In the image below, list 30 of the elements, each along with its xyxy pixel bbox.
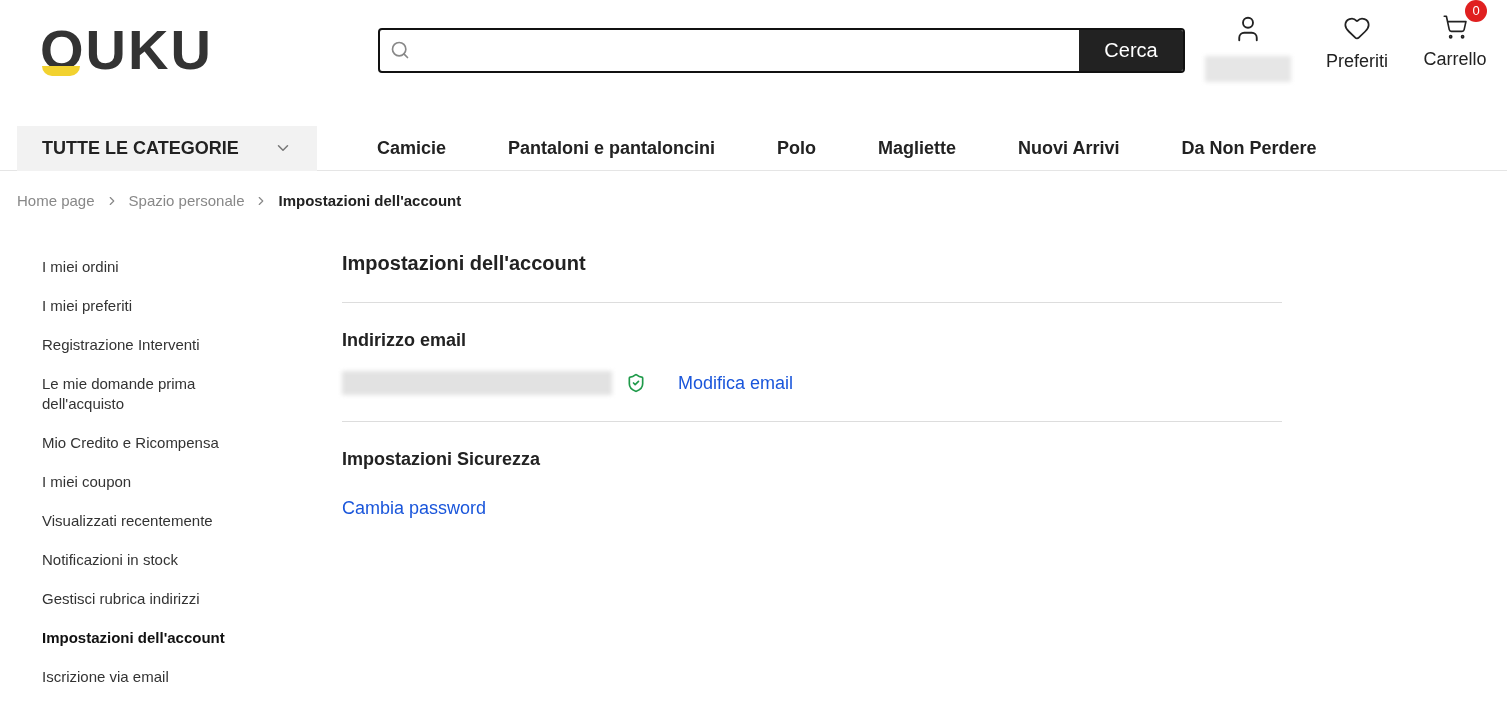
sidebar-link[interactable]: I miei ordini <box>42 256 252 277</box>
sidebar-link[interactable]: Gestisci rubrica indirizzi <box>42 588 252 609</box>
sidebar-link[interactable]: Registrazione Interventi <box>42 334 252 355</box>
sidebar-link[interactable]: Le mie domande prima dell'acquisto <box>42 373 252 414</box>
breadcrumb-link[interactable]: Impostazioni dell'account <box>278 190 462 213</box>
page-title: Impostazioni dell'account <box>342 247 1282 303</box>
sidebar-link[interactable]: Mio Credito e Ricompensa <box>42 432 252 453</box>
nav-link[interactable]: Nuovi Arrivi <box>1018 134 1120 162</box>
nav-link[interactable]: Da Non Perdere <box>1181 134 1317 162</box>
nav-link[interactable]: Polo <box>777 134 817 162</box>
sidebar-link[interactable]: Impostazioni dell'account <box>42 627 252 648</box>
section-heading: Impostazioni Sicurezza <box>342 447 542 471</box>
change-email-link[interactable]: Modifica email <box>678 369 794 397</box>
sidebar-link[interactable]: I miei preferiti <box>42 295 252 316</box>
sidebar-link[interactable]: Iscrizione via email <box>42 666 252 687</box>
nav-link[interactable]: Pantaloni e pantaloncini <box>508 134 716 162</box>
cart-icon <box>1442 14 1468 40</box>
sidebar-link[interactable]: Notificazioni in stock <box>42 549 252 570</box>
nav-link[interactable]: Magliette <box>878 134 957 162</box>
header-action[interactable]: Preferiti <box>1321 14 1393 79</box>
change-password-link[interactable]: Cambia password <box>342 494 1282 522</box>
breadcrumb-link[interactable]: Spazio personale <box>128 190 245 213</box>
cart-count-badge: 0 <box>1465 0 1487 22</box>
breadcrumb-link[interactable]: Home page <box>17 190 95 213</box>
all-categories-dropdown[interactable]: TUTTE LE CATEGORIE <box>17 125 317 171</box>
section-heading: Indirizzo email <box>342 328 468 352</box>
sidebar-link[interactable]: I miei coupon <box>42 471 252 492</box>
logo[interactable]: OUKU <box>40 22 229 78</box>
sidebar-link[interactable]: Visualizzati recentemente <box>42 510 252 531</box>
nav-link[interactable]: Camicie <box>377 134 447 162</box>
